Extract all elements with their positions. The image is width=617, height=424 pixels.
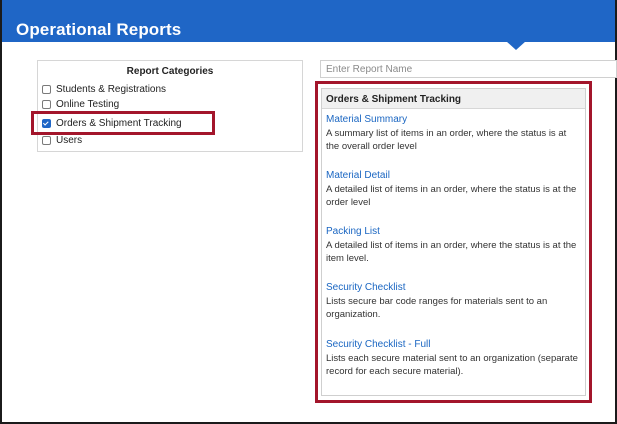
checkbox-icon[interactable] [42,136,51,145]
category-students-registrations[interactable]: Students & Registrations [42,83,166,96]
report-categories-panel: Report Categories Students & Registratio… [37,60,303,152]
app-frame: Operational Reports Report Categories St… [0,0,617,424]
category-online-testing[interactable]: Online Testing [42,98,119,111]
category-highlight-annotation [31,111,215,135]
page-header: Operational Reports [2,0,615,42]
checkbox-icon[interactable] [42,100,51,109]
checkbox-icon[interactable] [42,85,51,94]
header-pointer-notch [506,41,526,50]
report-categories-title: Report Categories [126,66,214,77]
reports-highlight-annotation [315,81,592,403]
page-title: Operational Reports [16,20,182,39]
category-users[interactable]: Users [42,134,82,147]
category-label: Students & Registrations [56,84,167,95]
category-label: Users [56,135,83,146]
report-name-search-input[interactable] [320,60,617,78]
category-label: Online Testing [56,99,120,110]
